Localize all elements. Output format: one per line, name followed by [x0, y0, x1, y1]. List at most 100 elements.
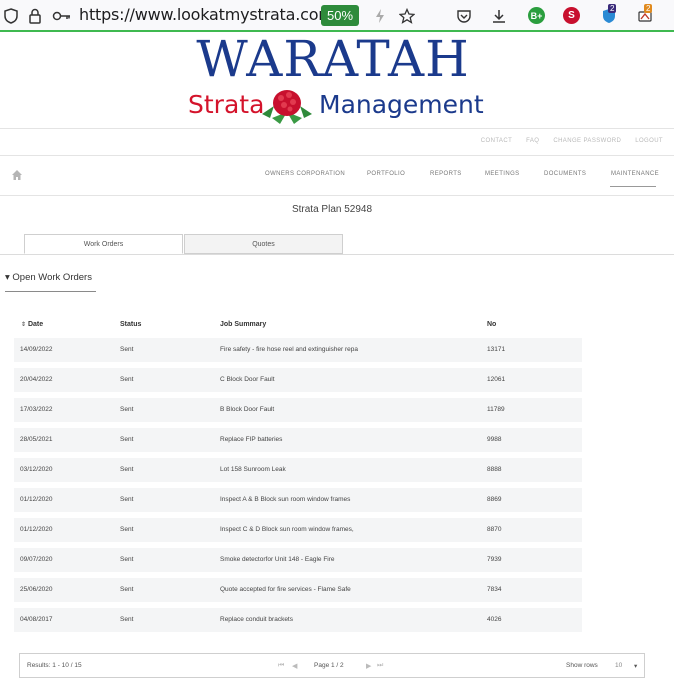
next-page-icon[interactable]: ▶ [366, 662, 371, 670]
tab-work-orders[interactable]: Work Orders [24, 234, 183, 254]
lock-icon[interactable] [26, 7, 44, 25]
cell-date: 09/07/2020 [20, 556, 53, 563]
section-title: Open Work Orders [12, 272, 92, 283]
cell-date: 01/12/2020 [20, 526, 53, 533]
cell-job-summary: Replace conduit brackets [220, 616, 293, 623]
table-row[interactable]: 28/05/2021 Sent Replace FIP batteries 9988 [14, 428, 582, 452]
table-row[interactable]: 01/12/2020 Sent Inspect A & B Block sun ro… [14, 488, 582, 512]
column-header-date[interactable]: ⇕ Date [21, 321, 43, 328]
cell-job-summary: Smoke detectorfor Unit 148 - Eagle Fire [220, 556, 335, 563]
contact-link[interactable]: CONTACT [481, 138, 512, 144]
caret-down-icon: ▾ [5, 272, 10, 283]
address-bar[interactable]: https://www.lookatmystrata.com [79, 5, 334, 24]
cell-status: Sent [120, 586, 134, 593]
faq-link[interactable]: FAQ [526, 138, 539, 144]
cell-status: Sent [120, 616, 134, 623]
home-icon[interactable] [11, 169, 23, 181]
table-row[interactable]: 01/12/2020 Sent Inspect C & D Block sun ro… [14, 518, 582, 542]
waratah-logo[interactable]: WARATAH Strata Management [188, 30, 484, 128]
results-count: Results: 1 - 10 / 15 [27, 662, 82, 669]
nav-maintenance[interactable]: MAINTENANCE [611, 171, 659, 177]
cell-status: Sent [120, 466, 134, 473]
table-row[interactable]: 17/03/2022 Sent B Block Door Fault 11789 [14, 398, 582, 422]
last-page-icon[interactable]: ⏭ [377, 662, 383, 670]
logo-title: WARATAH [196, 30, 470, 88]
bookmark-star-icon[interactable] [398, 7, 416, 25]
cell-number: 4026 [487, 616, 502, 623]
cell-date: 20/04/2022 [20, 376, 53, 383]
open-work-orders-toggle[interactable]: ▾ Open Work Orders [5, 272, 92, 283]
nav-portfolio[interactable]: PORTFOLIO [367, 171, 405, 177]
cell-job-summary: Inspect C & D Block sun room window fram… [220, 526, 354, 533]
cell-date: 03/12/2020 [20, 466, 53, 473]
cell-number: 7834 [487, 586, 502, 593]
cell-status: Sent [120, 526, 134, 533]
tab-quotes[interactable]: Quotes [184, 234, 343, 254]
utility-links: CONTACT FAQ CHANGE PASSWORD LOGOUT [467, 138, 663, 144]
cell-status: Sent [120, 376, 134, 383]
lightning-icon[interactable] [371, 7, 389, 25]
rows-per-page-select[interactable]: 10 [615, 662, 622, 669]
browser-toolbar: https://www.lookatmystrata.com 50% B+ S … [0, 0, 674, 32]
extension-shield-icon[interactable]: 2 [600, 4, 618, 25]
cell-number: 8869 [487, 496, 502, 503]
cell-date: 25/06/2020 [20, 586, 53, 593]
extension-badge: 2 [608, 4, 617, 13]
cell-job-summary: Quote accepted for fire services - Flame… [220, 586, 351, 593]
section-underline [5, 291, 96, 292]
table-row[interactable]: 14/09/2022 Sent Fire safety - fire hose re… [14, 338, 582, 362]
column-header-job-summary[interactable]: Job Summary [220, 321, 266, 328]
cell-job-summary: Lot 158 Sunroom Leak [220, 466, 286, 473]
cell-number: 8870 [487, 526, 502, 533]
change-password-link[interactable]: CHANGE PASSWORD [553, 138, 621, 144]
show-rows-label: Show rows [566, 662, 598, 669]
cell-date: 17/03/2022 [20, 406, 53, 413]
cell-job-summary: C Block Door Fault [220, 376, 275, 383]
cell-number: 11789 [487, 406, 505, 413]
column-header-status[interactable]: Status [120, 321, 141, 328]
cell-status: Sent [120, 346, 134, 353]
first-page-icon[interactable]: ⏮ [278, 662, 284, 670]
cell-number: 12061 [487, 376, 506, 383]
nav-meetings[interactable]: MEETINGS [485, 171, 520, 177]
nav-documents[interactable]: DOCUMENTS [544, 171, 586, 177]
nav-reports[interactable]: REPORTS [430, 171, 462, 177]
extension-b-icon[interactable]: B+ [528, 7, 545, 24]
active-nav-indicator [610, 186, 656, 187]
key-icon[interactable] [52, 7, 72, 25]
sort-icon: ⇕ [21, 322, 27, 328]
logo-strata-text: Strata [188, 90, 265, 119]
table-row[interactable]: 25/06/2020 Sent Quote accepted for fire se… [14, 578, 582, 602]
cell-job-summary: B Block Door Fault [220, 406, 275, 413]
table-row[interactable]: 04/08/2017 Sent Replace conduit brackets 40… [14, 608, 582, 632]
tabs-divider [0, 254, 674, 255]
page-indicator: Page 1 / 2 [314, 662, 344, 669]
table-row[interactable]: 09/07/2020 Sent Smoke detectorfor Unit 148… [14, 548, 582, 572]
shield-icon[interactable] [2, 7, 20, 25]
divider [0, 155, 674, 156]
cell-date: 01/12/2020 [20, 496, 53, 503]
zoom-level-badge[interactable]: 50% [321, 5, 359, 26]
cell-status: Sent [120, 496, 134, 503]
cell-date: 04/08/2017 [20, 616, 53, 623]
cell-status: Sent [120, 406, 134, 413]
table-row[interactable]: 03/12/2020 Sent Lot 158 Sunroom Leak 8888 [14, 458, 582, 482]
nav-owners-corporation[interactable]: OWNERS CORPORATION [265, 171, 345, 177]
prev-page-icon[interactable]: ◀ [292, 662, 297, 670]
column-header-no[interactable]: No [487, 321, 496, 328]
extension-s-icon[interactable]: S [563, 7, 580, 24]
download-icon[interactable] [490, 7, 508, 25]
pocket-icon[interactable] [455, 7, 473, 25]
logout-link[interactable]: LOGOUT [635, 138, 663, 144]
cell-date: 14/09/2022 [20, 346, 53, 353]
logo-management-text: Management [319, 90, 484, 119]
cell-job-summary: Fire safety - fire hose reel and extingu… [220, 346, 359, 353]
waratah-flower-icon [262, 90, 312, 124]
cell-number: 9988 [487, 436, 502, 443]
extension-flag-icon[interactable]: 2 [636, 4, 654, 25]
cell-status: Sent [120, 436, 134, 443]
cell-job-summary: Replace FIP batteries [220, 436, 283, 443]
divider [0, 195, 674, 196]
table-row[interactable]: 20/04/2022 Sent C Block Door Fault 12061 [14, 368, 582, 392]
chevron-down-icon[interactable]: ▾ [634, 662, 637, 670]
